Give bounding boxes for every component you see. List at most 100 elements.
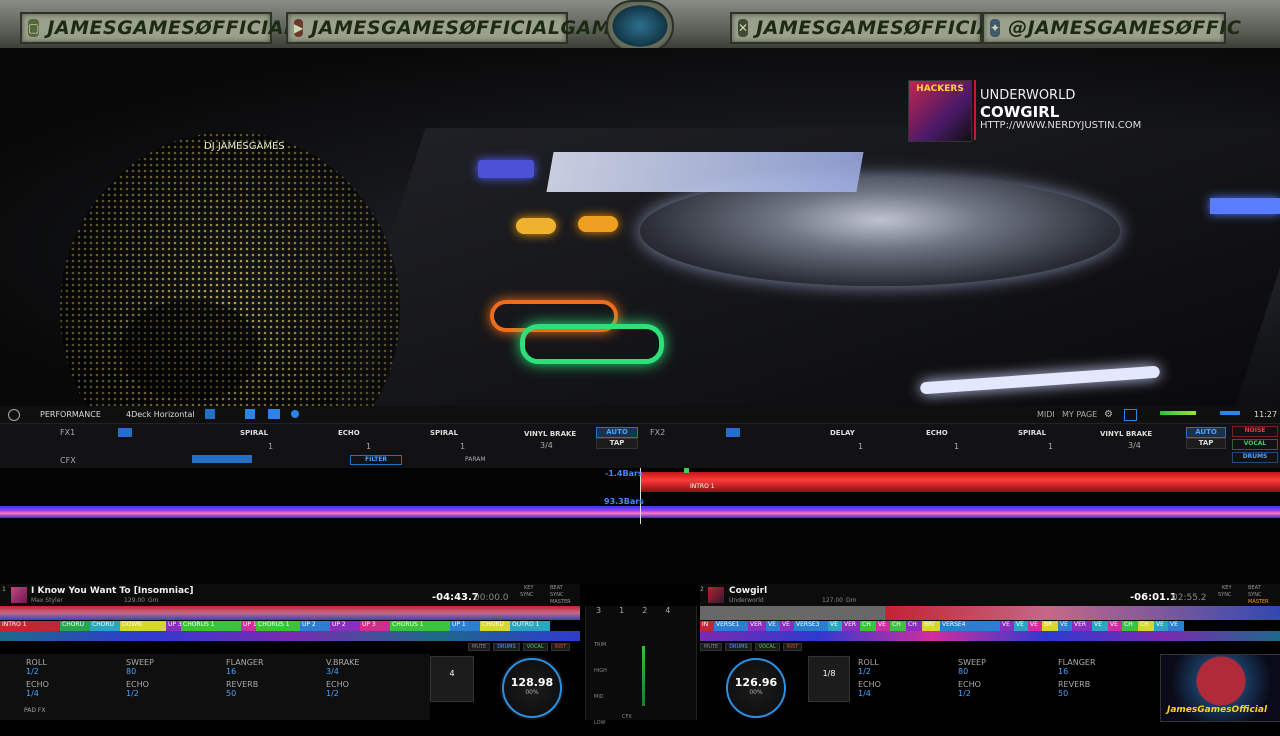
vocal-button[interactable]: VOCAL [1232, 439, 1278, 450]
cue-segment[interactable]: VE [876, 621, 890, 631]
fx1-auto-button[interactable]: AUTO [596, 427, 638, 438]
cue-segment[interactable]: CH [860, 621, 876, 631]
fx2-slot-4[interactable]: VINYL BRAKE [1100, 430, 1152, 438]
cue-segment[interactable]: VE [828, 621, 842, 631]
deck2-time-remaining[interactable]: -06:01.1 [1130, 592, 1177, 603]
cue-segment[interactable]: CHORU [90, 621, 120, 631]
cue-segment[interactable]: INTRO 1 [0, 621, 60, 631]
deck1-key-label[interactable]: KEY [524, 585, 534, 591]
fx2-slot-3[interactable]: SPIRAL [1018, 429, 1046, 437]
cfx-filter-button[interactable]: FILTER [350, 455, 402, 465]
cue-segment[interactable]: CHORUS 1 [256, 621, 300, 631]
deck2-pad[interactable]: FLANGER 16 [1058, 658, 1158, 680]
cue-segment[interactable]: VERSE1 [714, 621, 748, 631]
cue-segment[interactable]: CHORU [480, 621, 510, 631]
cfx-slider[interactable] [192, 455, 252, 463]
deck1-inst-toggle[interactable]: INST [550, 643, 571, 651]
banner-item-twitter[interactable]: ✦ @JAMESGAMESØFFIC [982, 12, 1241, 44]
cue-segment[interactable]: VERSE4 [940, 621, 1000, 631]
deck2-sync-label-2[interactable]: SYNC [1248, 592, 1261, 598]
cue-segment[interactable]: DOWN [120, 621, 166, 631]
cue-segment[interactable]: OUTRO 1 [510, 621, 550, 631]
deck1-beatjump-panel[interactable]: 4 [430, 656, 474, 702]
deck1-jog-display[interactable]: 128.98 00% [502, 658, 562, 718]
deck1-beat-label[interactable]: BEAT [550, 585, 563, 591]
deck1-pad[interactable]: V.BRAKE 3/4 [326, 658, 426, 680]
deck1-mute-toggle[interactable]: MUTE [468, 643, 491, 651]
cue-segment[interactable]: IN [700, 621, 714, 631]
fx2-slot-2[interactable]: ECHO [926, 429, 948, 437]
deck2-pad[interactable]: ECHO 1/4 [858, 680, 958, 702]
deck2-drums-toggle[interactable]: DRUMS [725, 643, 752, 651]
banner-item-twitch[interactable]: ▢ JAMESGAMESØFFICIAL [20, 12, 296, 44]
pad-fx-mode-label[interactable]: PAD FX [24, 707, 45, 714]
cue-segment[interactable]: VER [1072, 621, 1092, 631]
cue-segment[interactable]: UP 2 [300, 621, 330, 631]
fx2-tap-button[interactable]: TAP [1186, 438, 1226, 449]
settings-gear-icon[interactable]: ⚙ [1104, 409, 1113, 420]
drums-button[interactable]: DRUMS [1232, 452, 1278, 463]
noise-button[interactable]: NOISE [1232, 426, 1278, 437]
deck1-pad[interactable]: REVERB 50 [226, 680, 326, 702]
cue-segment[interactable]: VE [780, 621, 794, 631]
mixer-view-icon[interactable] [268, 409, 280, 419]
deck2-pad[interactable]: REVERB 50 [1058, 680, 1158, 702]
deck2-pad[interactable]: ECHO 1/2 [958, 680, 1058, 702]
cue-segment[interactable]: UP 1 [241, 621, 256, 631]
cue-segment[interactable]: VE [1168, 621, 1184, 631]
deck1-time-remaining[interactable]: -04:43.7 [432, 592, 479, 603]
cue-segment[interactable]: VE [1108, 621, 1122, 631]
deck1-sync-label-2[interactable]: SYNC [550, 592, 563, 598]
cue-segment[interactable]: VE [1154, 621, 1168, 631]
cue-segment[interactable]: VE [1058, 621, 1072, 631]
fx1-slot-2[interactable]: ECHO [338, 429, 360, 437]
fx1-slot-4[interactable]: VINYL BRAKE [524, 430, 576, 438]
fx2-auto-button[interactable]: AUTO [1186, 427, 1226, 438]
deck2-jog-display[interactable]: 126.96 00% [726, 658, 786, 718]
deck1-pad[interactable]: ECHO 1/2 [326, 680, 426, 702]
deck2-pad[interactable]: SWEEP 80 [958, 658, 1058, 680]
midi-button[interactable]: MIDI [1037, 410, 1055, 419]
deck2-mute-toggle[interactable]: MUTE [700, 643, 723, 651]
deck1-vocal-toggle[interactable]: VOCAL [522, 643, 548, 651]
cue-segment[interactable]: CHORUS 1 [181, 621, 241, 631]
cue-segment[interactable]: VE [766, 621, 780, 631]
cue-segment[interactable]: CHORUS 1 [390, 621, 450, 631]
grid-view-icon[interactable] [245, 409, 255, 419]
deck1-pad[interactable]: FLANGER 16 [226, 658, 326, 680]
fx2-slot-1[interactable]: DELAY [830, 429, 855, 437]
deck2-beatjump-panel[interactable]: 1/8 [808, 656, 850, 702]
rekordbox-logo-icon[interactable] [8, 409, 20, 421]
deck2-beat-label[interactable]: BEAT [1248, 585, 1261, 591]
cue-segment[interactable]: VER [748, 621, 766, 631]
banner-item-youtube[interactable]: ▶ JAMESGAMESØFFICIALGAME [286, 12, 624, 44]
layout-select[interactable]: 4Deck Horizontal [126, 410, 195, 419]
cue-segment[interactable]: BR [1042, 621, 1058, 631]
record-icon[interactable] [291, 410, 299, 418]
fx1-slot-3[interactable]: SPIRAL [430, 429, 458, 437]
cue-segment[interactable]: VER [842, 621, 860, 631]
cue-segment[interactable]: UP 3 [166, 621, 181, 631]
cue-segment[interactable]: UP 3 [360, 621, 390, 631]
volume-slider[interactable] [1220, 411, 1240, 415]
cue-segment[interactable]: CH [906, 621, 922, 631]
deck1-master-button[interactable]: MASTER [550, 599, 571, 605]
cue-segment[interactable]: CHORU [60, 621, 90, 631]
hot-cue-marker[interactable] [684, 468, 689, 473]
cue-segment[interactable]: VE [1000, 621, 1014, 631]
cue-segment[interactable]: VE [1092, 621, 1108, 631]
deck2-inst-toggle[interactable]: INST [782, 643, 803, 651]
cue-segment[interactable]: VERSE3 [794, 621, 828, 631]
cue-segment[interactable]: VE [1014, 621, 1028, 631]
deck2-vocal-toggle[interactable]: VOCAL [754, 643, 780, 651]
fx1-deck-select-button[interactable] [118, 428, 132, 437]
fx1-slot-1[interactable]: SPIRAL [240, 429, 268, 437]
deck2-pad[interactable]: ROLL 1/2 [858, 658, 958, 680]
cue-segment[interactable]: VE [1028, 621, 1042, 631]
deck1-pad[interactable]: ECHO 1/2 [126, 680, 226, 702]
deck2-key-label[interactable]: KEY [1222, 585, 1232, 591]
deck1-pad[interactable]: SWEEP 80 [126, 658, 226, 680]
deck2-sync-label[interactable]: SYNC [1218, 592, 1231, 598]
fx1-tap-button[interactable]: TAP [596, 438, 638, 449]
cue-segment[interactable]: CH [890, 621, 906, 631]
